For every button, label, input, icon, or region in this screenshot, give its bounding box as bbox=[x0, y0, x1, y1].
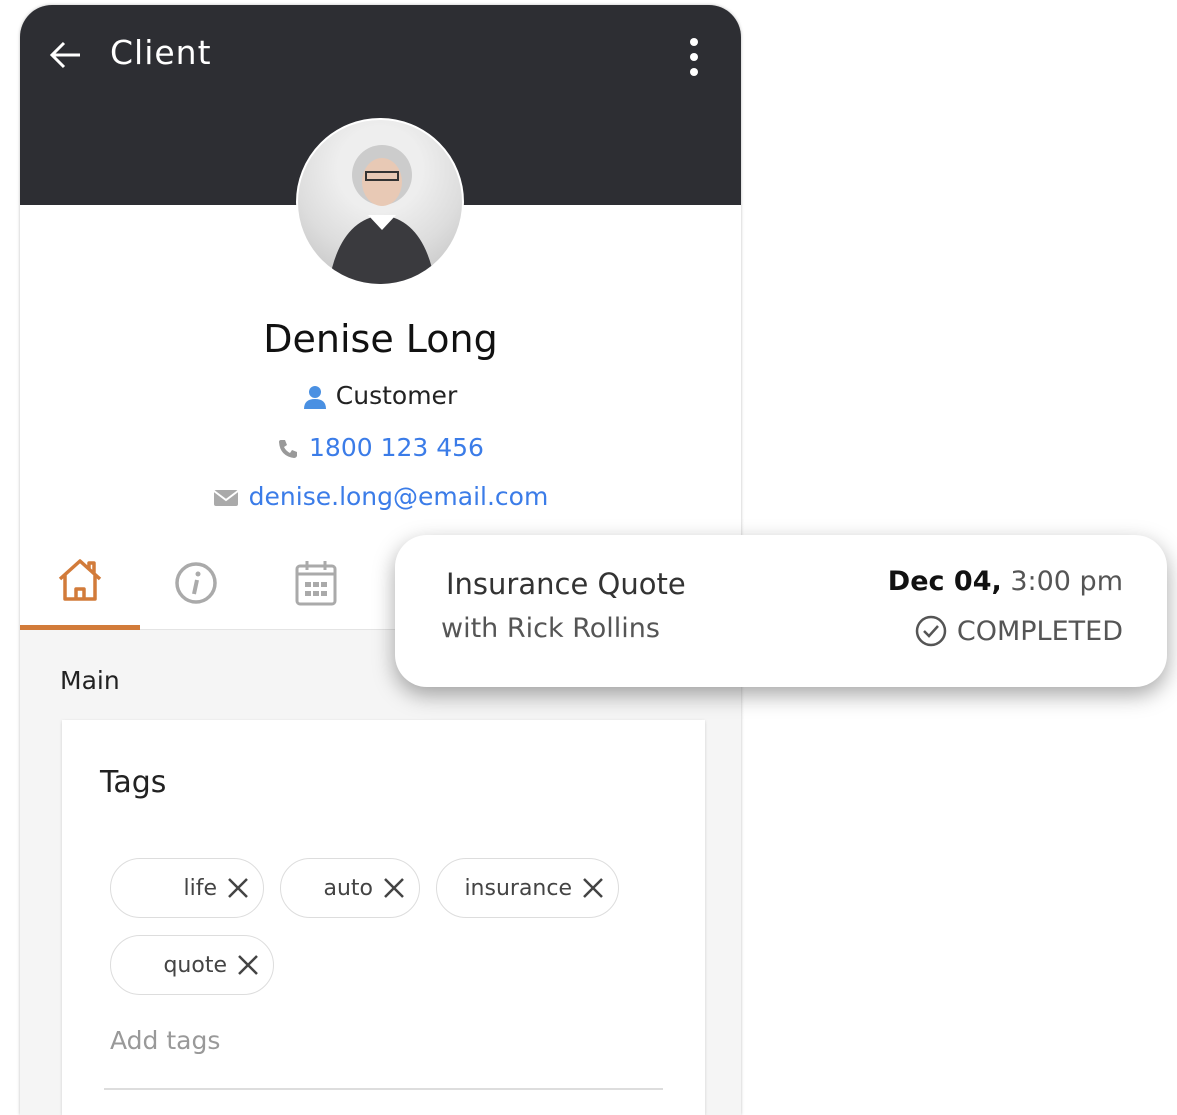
tag-chip: life bbox=[110, 858, 264, 918]
appointment-with: with Rick Rollins bbox=[441, 613, 660, 644]
tag-label: insurance bbox=[464, 875, 572, 901]
tags-card: Tags life auto insurance quote Add tags bbox=[62, 720, 705, 1115]
more-options-icon[interactable] bbox=[688, 37, 700, 77]
calendar-icon bbox=[295, 560, 337, 605]
tag-chip: insurance bbox=[436, 858, 619, 918]
info-icon bbox=[175, 561, 217, 604]
appointment-datetime: Dec 04, 3:00 pm bbox=[888, 566, 1123, 597]
client-name: Denise Long bbox=[263, 317, 498, 361]
client-role: Customer bbox=[20, 381, 741, 410]
email-icon bbox=[213, 490, 239, 506]
phone-icon bbox=[279, 440, 298, 458]
tag-chip: auto bbox=[280, 858, 420, 918]
tags-title: Tags bbox=[100, 765, 167, 800]
check-circle-icon bbox=[915, 615, 947, 647]
main-section: Main Tags life auto insurance quote Add … bbox=[20, 630, 741, 1115]
home-icon bbox=[58, 559, 102, 601]
section-label: Main bbox=[60, 666, 120, 695]
avatar bbox=[296, 118, 464, 286]
tag-label: quote bbox=[163, 952, 227, 978]
tag-chip: quote bbox=[110, 935, 274, 995]
person-icon bbox=[303, 386, 326, 409]
tag-label: life bbox=[183, 875, 217, 901]
close-icon[interactable] bbox=[582, 877, 604, 899]
appointment-date: Dec 04, bbox=[887, 566, 1002, 597]
tab-calendar[interactable] bbox=[256, 535, 376, 630]
close-icon[interactable] bbox=[227, 877, 249, 899]
tag-label: auto bbox=[323, 875, 373, 901]
page-title: Client bbox=[110, 33, 212, 72]
role-text: Customer bbox=[335, 381, 458, 410]
appointment-title: Insurance Quote bbox=[446, 567, 686, 601]
tab-info[interactable] bbox=[136, 535, 256, 630]
phone-link[interactable]: 1800 123 456 bbox=[20, 433, 741, 462]
appointment-time: 3:00 pm bbox=[1010, 566, 1123, 597]
add-tags-input[interactable]: Add tags bbox=[110, 1026, 220, 1055]
close-icon[interactable] bbox=[237, 954, 259, 976]
email-text[interactable]: denise.long@email.com bbox=[249, 482, 549, 511]
back-arrow-icon[interactable] bbox=[48, 37, 84, 73]
tab-home[interactable] bbox=[20, 535, 140, 630]
status-text: COMPLETED bbox=[956, 615, 1123, 647]
phone-text[interactable]: 1800 123 456 bbox=[309, 433, 484, 462]
appointment-status: COMPLETED bbox=[915, 615, 1123, 647]
email-link[interactable]: denise.long@email.com bbox=[20, 482, 741, 511]
close-icon[interactable] bbox=[383, 877, 405, 899]
input-underline bbox=[104, 1088, 663, 1090]
appointment-card[interactable]: Insurance Quote with Rick Rollins Dec 04… bbox=[395, 535, 1167, 687]
